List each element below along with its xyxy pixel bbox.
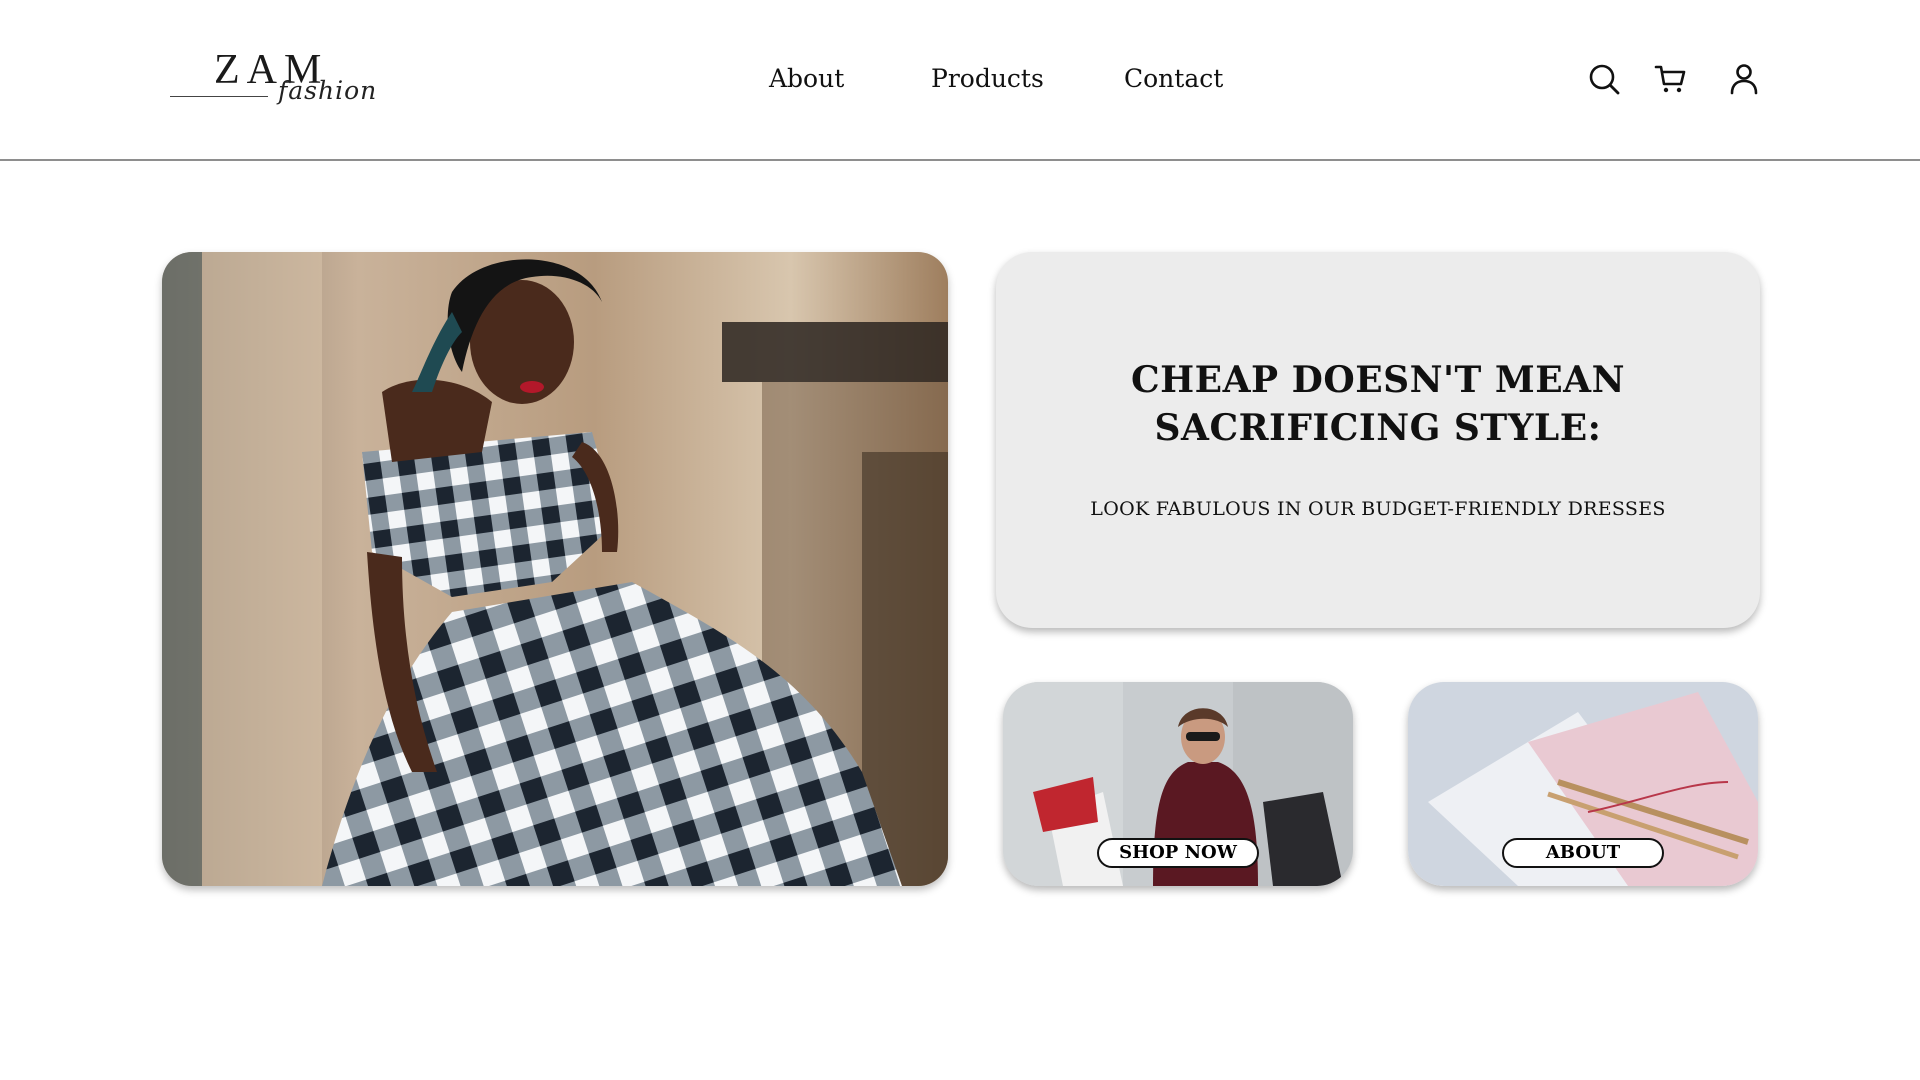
- about-button[interactable]: ABOUT: [1502, 838, 1664, 868]
- cart-icon[interactable]: [1653, 62, 1687, 96]
- promo-subtitle: LOOK FABULOUS IN OUR BUDGET-FRIENDLY DRE…: [1090, 498, 1666, 520]
- logo-tagline: fashion: [278, 76, 378, 105]
- promo-heading-line1: CHEAP DOESN'T MEAN: [1130, 359, 1626, 401]
- nav-about-link[interactable]: About: [769, 64, 844, 93]
- logo-divider: [170, 96, 268, 97]
- about-card[interactable]: ABOUT: [1408, 682, 1758, 886]
- nav-products-link[interactable]: Products: [931, 64, 1044, 93]
- shop-now-button[interactable]: SHOP NOW: [1097, 838, 1259, 868]
- hero-model-image: [162, 252, 948, 886]
- site-header: ZAM fashion About Products Contact: [0, 0, 1920, 161]
- search-icon[interactable]: [1587, 62, 1621, 96]
- promo-heading-line2: SACRIFICING STYLE:: [1154, 407, 1602, 449]
- shop-card[interactable]: SHOP NOW: [1003, 682, 1353, 886]
- brand-logo[interactable]: ZAM fashion: [170, 46, 376, 116]
- promo-heading: CHEAP DOESN'T MEAN SACRIFICING STYLE:: [996, 356, 1760, 452]
- promo-card: CHEAP DOESN'T MEAN SACRIFICING STYLE: LO…: [996, 252, 1760, 628]
- user-icon[interactable]: [1727, 62, 1761, 96]
- nav-contact-link[interactable]: Contact: [1124, 64, 1223, 93]
